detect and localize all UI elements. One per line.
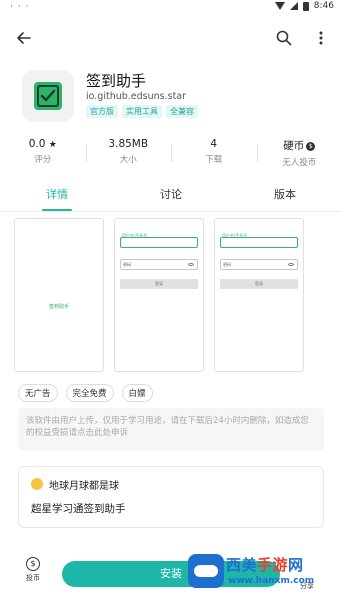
arrow-left-icon[interactable] [14, 28, 34, 48]
watermark: 西美手游网 www.hanxm.com [188, 552, 338, 592]
app-package-name: io.github.edsuns.star [86, 91, 187, 102]
more-vertical-icon[interactable] [314, 28, 328, 48]
app-tag: 官方版 [86, 105, 118, 118]
battery-icon [302, 1, 309, 11]
tab-discussion[interactable]: 讨论 [114, 180, 228, 211]
gamepad-icon [188, 554, 224, 588]
tip-label: 投币 [26, 574, 40, 582]
screenshot-field [120, 259, 198, 270]
star-icon: ★ [48, 140, 57, 150]
tab-details[interactable]: 详情 [0, 180, 114, 211]
stat-value: 4 [210, 138, 218, 150]
tip-coin-button[interactable]: $ 投币 [20, 557, 46, 583]
checkbox-icon [34, 82, 62, 110]
review-card[interactable]: 地球月球都是球 超星学习通签到助手 [18, 466, 324, 528]
tab-versions[interactable]: 版本 [228, 180, 342, 211]
feature-chip: 白嫖 [121, 384, 153, 402]
status-notification-dots: · · · [10, 2, 30, 12]
search-icon[interactable] [274, 28, 294, 48]
screenshot-caption: 签到助手 [48, 304, 69, 310]
screenshot-carousel[interactable]: 签到助手 用户名/手机号 密码 登录 用户名/手机号 密码 登录 [14, 218, 334, 372]
stat-size: 3.85MB 大小 [85, 138, 172, 168]
review-username: 地球月球都是球 [49, 481, 119, 492]
coin-icon: $ [26, 557, 40, 571]
stat-label: 大小 [119, 155, 137, 165]
app-tags: 官方版 实用工具 全兼容 [86, 105, 198, 118]
disclaimer-notice[interactable]: 该软件由用户上传，仅用于学习用途，请在下载后24小时内删除，如造成您的权益受损请… [18, 408, 324, 450]
screenshot-field [220, 237, 298, 248]
screenshot-field-text: 密码 [223, 262, 231, 267]
top-bar [0, 26, 342, 50]
stat-label: 下载 [205, 155, 223, 165]
screenshot[interactable]: 用户名/手机号 密码 登录 [214, 218, 304, 372]
screenshot-button: 登录 [220, 279, 298, 289]
status-bar: · · · 8:46 [0, 0, 342, 14]
stat-value: 0.0 [28, 138, 46, 150]
screenshot-button-label: 登录 [255, 281, 263, 286]
screenshot-button-label: 登录 [155, 281, 163, 286]
stat-downloads: 4 下载 [171, 138, 257, 168]
stat-value: 3.85MB [108, 138, 149, 150]
app-header: 签到助手 io.github.edsuns.star 官方版 实用工具 全兼容 [22, 70, 322, 126]
coin-icon: $ [306, 142, 316, 151]
screenshot-field-text: 密码 [123, 262, 131, 267]
screenshot-field [220, 259, 298, 270]
wifi-icon [274, 2, 285, 10]
watermark-title: 西美手游网 [226, 556, 304, 574]
stat-label: 评分 [34, 155, 52, 165]
status-icons: 8:46 [274, 1, 334, 11]
stat-label: 无人投币 [282, 158, 317, 168]
app-icon [22, 70, 74, 122]
app-title: 签到助手 [86, 72, 147, 90]
feature-chips: 无广告 完全免费 白嫖 [18, 384, 153, 402]
watermark-url: www.hanxm.com [228, 576, 315, 586]
stat-value: 硬币 [283, 140, 305, 152]
screenshot[interactable]: 签到助手 [14, 218, 104, 372]
app-tag: 全兼容 [166, 105, 198, 118]
tab-bar: 详情 讨论 版本 [0, 180, 342, 212]
signal-icon [289, 2, 298, 10]
stat-rating: 0.0 ★ 评分 [0, 138, 86, 168]
avatar [31, 478, 43, 490]
screenshot-button: 登录 [120, 279, 198, 289]
app-stats: 0.0 ★ 评分 3.85MB 大小 4 下载 硬币 $ 无人投币 [0, 138, 342, 168]
screenshot-field [120, 237, 198, 248]
screenshot[interactable]: 用户名/手机号 密码 登录 [114, 218, 204, 372]
stat-coins[interactable]: 硬币 $ 无人投币 [256, 138, 342, 168]
eye-icon [288, 263, 294, 266]
status-time: 8:46 [313, 1, 334, 11]
review-text: 超星学习通签到助手 [31, 503, 126, 515]
eye-icon [188, 263, 194, 266]
feature-chip: 完全免费 [65, 384, 114, 402]
app-tag: 实用工具 [122, 105, 162, 118]
feature-chip: 无广告 [18, 384, 58, 402]
